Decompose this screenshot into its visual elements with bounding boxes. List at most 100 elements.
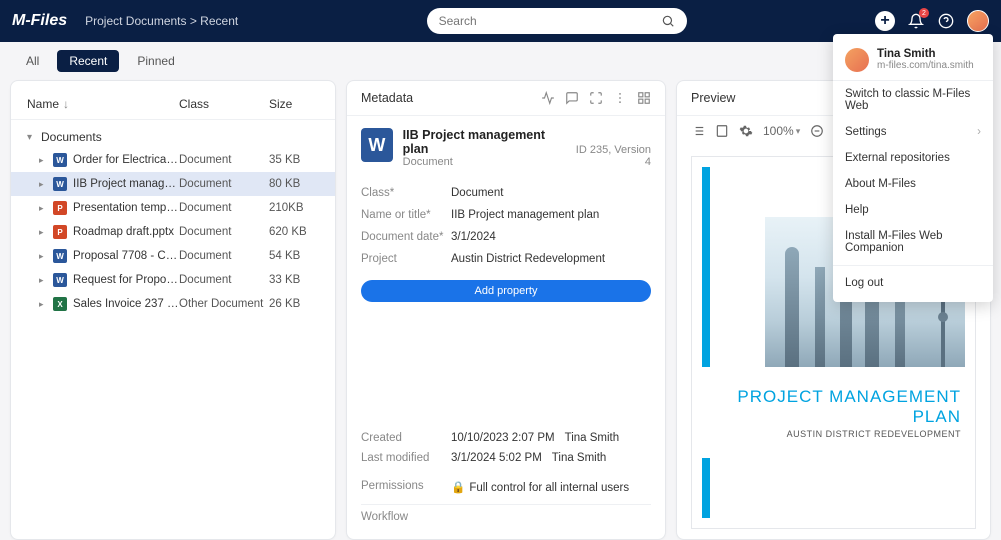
logo[interactable]: M-Files [12, 12, 67, 30]
file-class: Document [179, 226, 269, 238]
user-menu-name: Tina Smith [877, 48, 974, 60]
tab-pinned[interactable]: Pinned [125, 50, 186, 72]
notification-badge: 2 [919, 8, 929, 18]
preview-doc-title: PROJECT MANAGEMENT PLAN [692, 387, 961, 427]
prop-class-value[interactable]: Document [451, 187, 503, 199]
permissions-value[interactable]: 🔒Full control for all internal users [451, 480, 629, 494]
prop-project-value[interactable]: Austin District Redevelopment [451, 253, 605, 265]
chevron-down-icon: ▾ [27, 132, 37, 143]
menu-install[interactable]: Install M-Files Web Companion [833, 223, 993, 261]
file-size: 210KB [269, 202, 319, 214]
file-name: IIB Project management plan.docx [73, 178, 179, 190]
chevron-right-icon: ▸ [39, 251, 49, 262]
ppt-file-icon: P [53, 225, 67, 239]
tree-root-documents[interactable]: ▾ Documents [11, 126, 335, 148]
file-class: Document [179, 154, 269, 166]
metadata-title: Metadata [361, 91, 413, 105]
modified-by: Tina Smith [552, 452, 607, 464]
file-class: Other Document [179, 298, 269, 310]
prop-class-label: Class* [361, 187, 451, 199]
lock-icon: 🔒 [451, 482, 465, 494]
search-input[interactable] [439, 14, 661, 28]
search-icon[interactable] [661, 14, 675, 28]
file-size: 35 KB [269, 154, 319, 166]
document-list-panel: Name↓ Class Size ▾ Documents ▸WOrder for… [10, 80, 336, 540]
list-row[interactable]: ▸PPresentation template.pptxDocument210K… [11, 196, 335, 220]
word-file-icon: W [53, 273, 67, 287]
menu-help[interactable]: Help [833, 197, 993, 223]
preview-title: Preview [691, 91, 735, 105]
notifications-icon[interactable]: 2 [907, 12, 925, 30]
list-row[interactable]: ▸WOrder for Electrical engineering.docxD… [11, 148, 335, 172]
chevron-right-icon: ▸ [39, 299, 49, 310]
page-icon[interactable] [715, 124, 729, 138]
tab-all[interactable]: All [14, 50, 51, 72]
file-class: Document [179, 250, 269, 262]
expand-icon[interactable] [589, 91, 603, 105]
chevron-right-icon: › [977, 126, 981, 138]
prop-name-label: Name or title* [361, 209, 451, 221]
preview-doc-subtitle: AUSTIN DISTRICT REDEVELOPMENT [692, 429, 961, 439]
list-view-icon[interactable] [691, 124, 705, 138]
gear-icon[interactable] [739, 124, 753, 138]
chevron-down-icon[interactable]: ▾ [796, 126, 801, 137]
file-size: 33 KB [269, 274, 319, 286]
avatar[interactable] [967, 10, 989, 32]
file-name: Sales Invoice 237 - City of Chicago.xls [73, 298, 179, 310]
file-name: Proposal 7708 - City of Chicago.docx [73, 250, 179, 262]
list-row[interactable]: ▸WRequest for Proposal - HVAC Engineerin… [11, 268, 335, 292]
more-icon[interactable] [613, 91, 627, 105]
comments-icon[interactable] [565, 91, 579, 105]
column-class[interactable]: Class [179, 97, 269, 111]
prop-project-label: Project [361, 253, 451, 265]
modified-label: Last modified [361, 452, 451, 464]
created-date: 10/10/2023 2:07 PM [451, 432, 555, 444]
word-file-icon: W [53, 177, 67, 191]
file-name: Roadmap draft.pptx [73, 226, 179, 238]
word-file-icon: W [53, 153, 67, 167]
file-size: 26 KB [269, 298, 319, 310]
sort-arrow-icon: ↓ [63, 97, 69, 111]
menu-external[interactable]: External repositories [833, 145, 993, 171]
file-name: Request for Proposal - HVAC Engineerin… [73, 274, 179, 286]
zoom-out-icon[interactable] [810, 124, 824, 138]
column-size[interactable]: Size [269, 97, 319, 111]
column-name[interactable]: Name↓ [27, 97, 179, 111]
menu-logout[interactable]: Log out [833, 270, 993, 296]
menu-switch-classic[interactable]: Switch to classic M-Files Web [833, 81, 993, 119]
workflow-label: Workflow [361, 511, 451, 523]
document-name: IIB Project management plan [403, 128, 563, 156]
document-type: Document [403, 156, 563, 168]
tab-recent[interactable]: Recent [57, 50, 119, 72]
file-class: Document [179, 202, 269, 214]
prop-name-value[interactable]: IIB Project management plan [451, 209, 599, 221]
user-menu: Tina Smith m-files.com/tina.smith Switch… [833, 34, 993, 302]
prop-date-value[interactable]: 3/1/2024 [451, 231, 496, 243]
list-row[interactable]: ▸ X Sales Invoice 237 - City of Chicago.xl… [11, 292, 335, 316]
document-id: ID 235, Version 4 [572, 144, 651, 168]
file-name: Presentation template.pptx [73, 202, 179, 214]
list-row[interactable]: ▸PRoadmap draft.pptxDocument620 KB [11, 220, 335, 244]
chevron-right-icon: ▸ [39, 227, 49, 238]
menu-about[interactable]: About M-Files [833, 171, 993, 197]
created-label: Created [361, 432, 451, 444]
zoom-value[interactable]: 100% [763, 124, 794, 138]
search-box[interactable] [427, 8, 687, 34]
add-property-button[interactable]: Add property [361, 280, 651, 302]
chevron-right-icon: ▸ [39, 155, 49, 166]
file-class: Document [179, 274, 269, 286]
xls-file-icon: X [53, 297, 67, 311]
prop-date-label: Document date* [361, 231, 451, 243]
list-row[interactable]: ▸WIIB Project management plan.docxDocume… [11, 172, 335, 196]
decorative-strip [702, 458, 710, 518]
add-button[interactable]: + [875, 11, 895, 31]
breadcrumb[interactable]: Project Documents > Recent [85, 14, 238, 28]
grid-icon[interactable] [637, 91, 651, 105]
created-by: Tina Smith [565, 432, 620, 444]
menu-settings[interactable]: Settings› [833, 119, 993, 145]
file-size: 54 KB [269, 250, 319, 262]
decorative-strip [702, 167, 710, 367]
help-icon[interactable] [937, 12, 955, 30]
list-row[interactable]: ▸WProposal 7708 - City of Chicago.docxDo… [11, 244, 335, 268]
analytics-icon[interactable] [541, 91, 555, 105]
